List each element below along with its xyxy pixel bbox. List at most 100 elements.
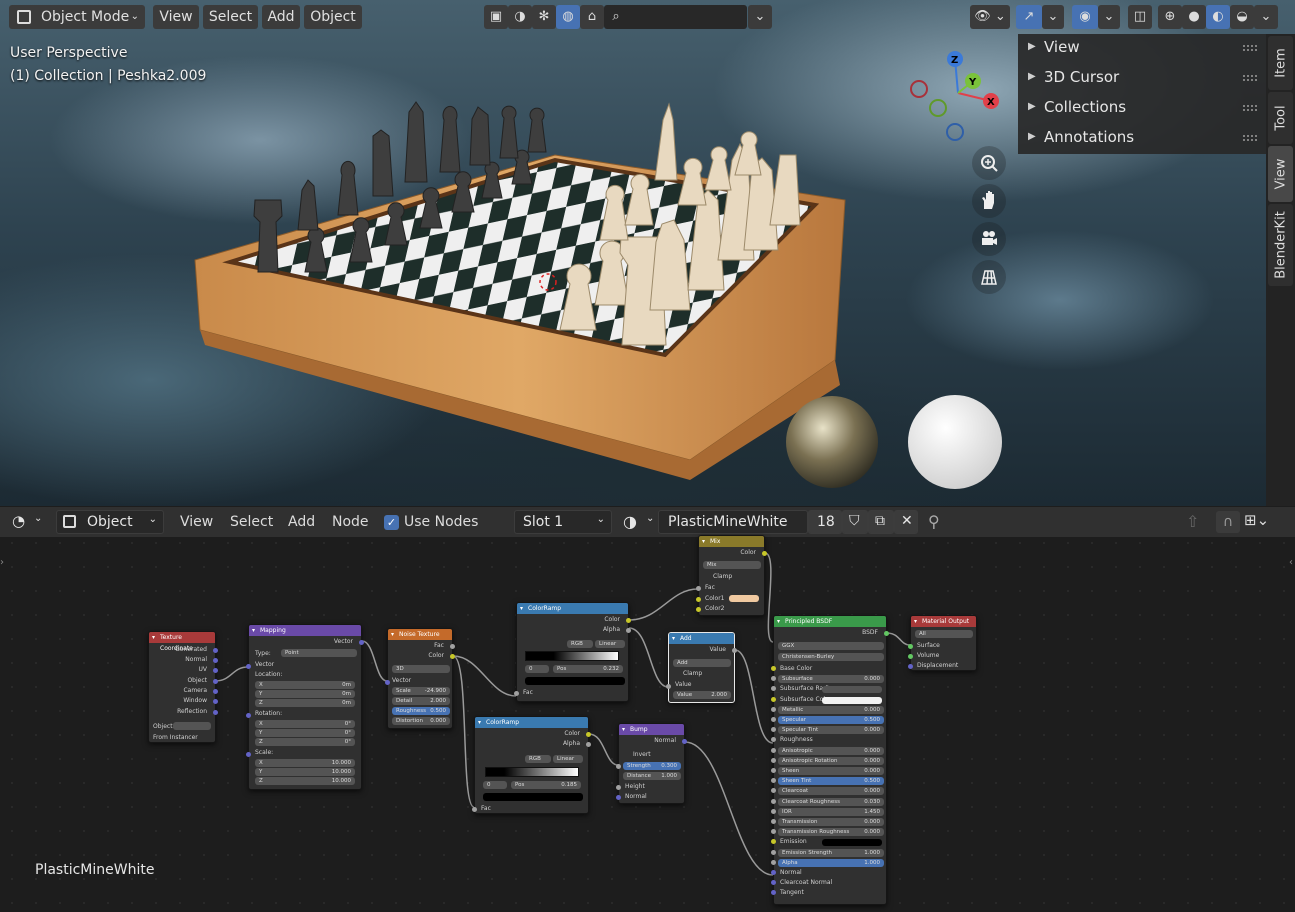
- scene-lights-icon[interactable]: ✻: [532, 5, 556, 29]
- socket[interactable]: [450, 644, 455, 649]
- rotation-y-field[interactable]: Y 0°: [255, 729, 355, 737]
- blend-mode-dropdown[interactable]: Mix: [703, 561, 761, 569]
- bsdf-field-metallic[interactable]: Metallic 0.000: [778, 705, 884, 714]
- tab-view[interactable]: View: [1268, 146, 1293, 202]
- socket[interactable]: [771, 666, 776, 671]
- socket[interactable]: [771, 727, 776, 733]
- noise-roughness-field[interactable]: Roughness 0.500: [392, 707, 450, 715]
- visibility-eye-icon[interactable]: 👁 ⌄: [970, 5, 1010, 29]
- socket[interactable]: [696, 586, 701, 591]
- navigation-gizmo[interactable]: Z X Y: [905, 45, 1015, 155]
- subsurface-method-dropdown[interactable]: Christensen-Burley: [778, 653, 884, 661]
- camera-view-icon[interactable]: [972, 222, 1006, 256]
- subsurface-color-swatch[interactable]: [822, 696, 882, 704]
- bump-strength-field[interactable]: Strength 0.300: [623, 762, 681, 770]
- bsdf-field-transmission-roughness[interactable]: Transmission Roughness 0.000: [778, 828, 884, 837]
- toolbar-expand-arrow-icon[interactable]: ›: [0, 557, 4, 568]
- socket[interactable]: [771, 829, 776, 835]
- math-operation-dropdown[interactable]: Add: [673, 659, 731, 667]
- socket[interactable]: [771, 737, 776, 743]
- bsdf-field-sheen[interactable]: Sheen 0.000: [778, 767, 884, 775]
- 3d-viewport[interactable]: Object Mode ⌄ View Select Add Object ▣ ◑…: [0, 0, 1295, 506]
- socket[interactable]: [586, 742, 591, 747]
- socket[interactable]: [771, 696, 776, 702]
- bsdf-field-specular-tint[interactable]: Specular Tint 0.000: [778, 726, 884, 735]
- filter-dropdown-icon[interactable]: ⌄: [748, 5, 772, 29]
- node-principled-bsdf[interactable]: Principled BSDF BSDF GGX Christensen-Bur…: [771, 615, 889, 905]
- bsdf-field-anisotropic-rotation[interactable]: Anisotropic Rotation 0.000: [778, 756, 884, 765]
- node-menu-node[interactable]: Node: [332, 514, 369, 530]
- socket[interactable]: [908, 654, 913, 659]
- location-y-field[interactable]: Y 0m: [255, 690, 355, 698]
- sidebar-expand-arrow-icon[interactable]: ‹: [1289, 557, 1293, 568]
- socket[interactable]: [762, 551, 767, 556]
- socket[interactable]: [771, 819, 776, 824]
- xray-toggle-icon[interactable]: ◫: [1128, 5, 1152, 29]
- shader-node-editor[interactable]: ◔ ⌄ Object ⌄ View Select Add Node ✓ Use …: [0, 507, 1295, 912]
- scale-y-field[interactable]: Y 10.000: [255, 768, 355, 776]
- object-picker-field[interactable]: [173, 722, 211, 730]
- pin-icon[interactable]: ⚲: [928, 512, 940, 531]
- add-value-field[interactable]: Value 2.000: [673, 691, 731, 699]
- material-preview-toggle-icon[interactable]: ◑: [508, 5, 532, 29]
- socket[interactable]: [616, 795, 621, 800]
- stop-position-field[interactable]: Pos 0.232: [553, 665, 623, 673]
- material-slot-dropdown[interactable]: Slot 1 ⌄: [514, 510, 612, 534]
- overlays-toggle-icon[interactable]: ◉: [1072, 5, 1098, 29]
- socket[interactable]: [884, 631, 889, 636]
- unlink-material-icon[interactable]: ✕: [894, 510, 918, 534]
- socket[interactable]: [359, 640, 364, 645]
- noise-distortion-field[interactable]: Distortion 0.000: [392, 717, 450, 725]
- interpolation-dropdown[interactable]: Linear: [595, 640, 625, 648]
- socket[interactable]: [450, 654, 455, 659]
- overlays-dropdown-icon[interactable]: ⌄: [1098, 5, 1120, 29]
- ortho-grid-icon[interactable]: [972, 260, 1006, 294]
- node-texture-coordinate[interactable]: Texture Coordinate Generated Normal UV O…: [148, 631, 218, 743]
- gizmo-toggle-icon[interactable]: ↗: [1016, 5, 1042, 29]
- stop-color-swatch[interactable]: [483, 793, 583, 801]
- socket[interactable]: [771, 839, 776, 845]
- render-target-dropdown[interactable]: All: [915, 630, 973, 638]
- tab-item[interactable]: Item: [1268, 36, 1293, 90]
- bsdf-field-anisotropic[interactable]: Anisotropic 0.000: [778, 746, 884, 755]
- bsdf-field-transmission[interactable]: Transmission 0.000: [778, 818, 884, 826]
- bsdf-field-subsurface[interactable]: Subsurface 0.000: [778, 675, 884, 684]
- object-mode-dropdown[interactable]: Object Mode ⌄: [9, 5, 145, 29]
- socket[interactable]: [213, 668, 218, 673]
- socket[interactable]: [771, 870, 776, 875]
- panel-annotations[interactable]: ▶ Annotations: [1018, 124, 1266, 154]
- node-menu-view[interactable]: View: [180, 514, 213, 530]
- stop-position-field[interactable]: Pos 0.185: [511, 781, 581, 789]
- socket[interactable]: [246, 664, 251, 669]
- world-icon[interactable]: ◍: [556, 5, 580, 29]
- socket[interactable]: [908, 644, 913, 649]
- socket[interactable]: [771, 686, 776, 692]
- search-field[interactable]: ⌕: [604, 5, 747, 29]
- tab-tool[interactable]: Tool: [1268, 92, 1293, 144]
- rotation-x-field[interactable]: X 0°: [255, 720, 355, 728]
- node-noise-texture[interactable]: Noise Texture Fac Color 3D Vector Scale -…: [385, 628, 455, 729]
- drag-grip-icon[interactable]: [1242, 104, 1258, 112]
- socket[interactable]: [666, 684, 671, 689]
- scale-z-field[interactable]: Z 10.000: [255, 777, 355, 785]
- socket[interactable]: [213, 679, 218, 684]
- tab-blenderkit[interactable]: BlenderKit: [1268, 204, 1293, 286]
- bsdf-field-sheen-tint[interactable]: Sheen Tint 0.500: [778, 777, 884, 786]
- socket[interactable]: [213, 699, 218, 704]
- bsdf-field-emission-strength[interactable]: Emission Strength 1.000: [778, 848, 884, 857]
- viewport-menu-select[interactable]: Select: [203, 5, 258, 29]
- socket[interactable]: [626, 618, 631, 623]
- duplicate-material-icon[interactable]: ⧉: [868, 510, 894, 534]
- color-ramp-gradient[interactable]: [525, 651, 619, 661]
- socket[interactable]: [908, 664, 913, 669]
- material-shading-icon[interactable]: ◐: [1206, 5, 1230, 29]
- emission-color-swatch[interactable]: [822, 839, 882, 847]
- socket[interactable]: [771, 706, 776, 712]
- socket[interactable]: [213, 648, 218, 653]
- material-browse-dropdown[interactable]: ◑ ⌄: [620, 510, 658, 534]
- subsurface-radius-dropdown[interactable]: [822, 686, 882, 694]
- socket[interactable]: [616, 785, 621, 790]
- socket[interactable]: [771, 788, 776, 794]
- from-instancer-checkbox-label[interactable]: From Instancer: [153, 734, 198, 741]
- panel-collections[interactable]: ▶ Collections: [1018, 94, 1266, 124]
